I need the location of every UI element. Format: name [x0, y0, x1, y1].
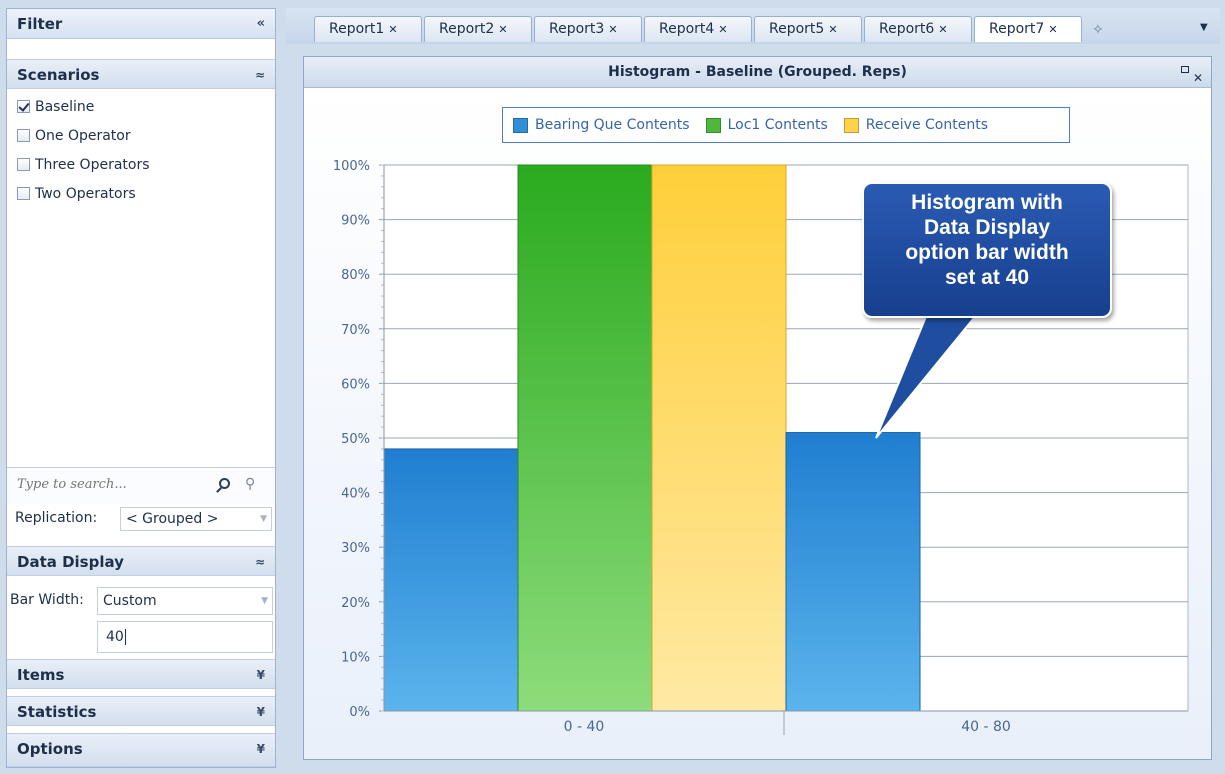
- close-tab-icon[interactable]: ✕: [828, 23, 837, 36]
- histogram-bar: [651, 164, 787, 712]
- filter-title: Filter: [17, 15, 63, 33]
- options-section-header[interactable]: Options ¥: [7, 733, 275, 767]
- bar-width-input[interactable]: 40: [97, 621, 273, 653]
- tab-label: Report2: [439, 21, 495, 37]
- dropdown-arrow-icon: ▼: [261, 596, 268, 606]
- bar-width-select[interactable]: Custom ▼: [97, 587, 273, 615]
- restore-window-icon[interactable]: [1181, 66, 1189, 73]
- chart-title: Histogram - Baseline (Grouped. Reps): [608, 64, 907, 80]
- y-tick-label: 70%: [341, 323, 370, 338]
- tab-report5[interactable]: Report5 ✕: [754, 16, 862, 42]
- scenario-item-one-operator[interactable]: One Operator: [17, 124, 131, 148]
- tab-report6[interactable]: Report6 ✕: [864, 16, 972, 42]
- search-icon[interactable]: [219, 478, 230, 489]
- tab-report2[interactable]: Report2 ✕: [424, 16, 532, 42]
- tab-label: Report6: [879, 21, 935, 37]
- tab-report3[interactable]: Report3 ✕: [534, 16, 642, 42]
- baseline-checkbox[interactable]: [17, 100, 30, 113]
- callout-line: Data Display: [923, 216, 1051, 239]
- scenario-label: Baseline: [35, 99, 95, 115]
- close-tab-icon[interactable]: ✕: [718, 23, 727, 36]
- y-tick-label: 30%: [341, 541, 370, 556]
- two-operators-checkbox[interactable]: [17, 187, 30, 200]
- histogram-bar: [785, 432, 921, 712]
- tab-label: Report1: [329, 21, 385, 37]
- chart-window: Histogram - Baseline (Grouped. Reps) ✕ B…: [303, 56, 1212, 760]
- one-operator-checkbox[interactable]: [17, 129, 30, 142]
- y-tick-label: 100%: [333, 159, 370, 174]
- callout-pointer: [875, 301, 990, 439]
- scenario-label: Three Operators: [35, 157, 150, 173]
- collapse-data-display-icon[interactable]: ≈: [255, 547, 265, 577]
- dropdown-arrow-icon: ▼: [260, 514, 267, 524]
- scenario-label: Two Operators: [35, 186, 136, 202]
- tab-menu-icon[interactable]: ▼: [1200, 22, 1208, 33]
- y-tick-label: 20%: [341, 596, 370, 611]
- y-tick-label: 10%: [341, 650, 370, 665]
- three-operators-checkbox[interactable]: [17, 158, 30, 171]
- search-row: ⚲: [7, 467, 275, 504]
- collapse-panel-icon[interactable]: «: [257, 9, 265, 39]
- filter-options-icon[interactable]: ⚲: [245, 476, 261, 492]
- replication-label: Replication:: [15, 510, 98, 526]
- expand-statistics-icon[interactable]: ¥: [257, 697, 265, 727]
- tab-report7[interactable]: Report7 ✕: [974, 16, 1082, 42]
- close-tab-icon[interactable]: ✕: [1048, 23, 1057, 36]
- y-tick-label: 80%: [341, 268, 370, 283]
- x-category-label: 40 - 80: [961, 719, 1011, 735]
- annotation-callout: Histogram with Data Display option bar w…: [862, 182, 1120, 439]
- close-tab-icon[interactable]: ✕: [938, 23, 947, 36]
- tab-report1[interactable]: Report1 ✕: [314, 16, 422, 42]
- tab-label: Report7: [989, 21, 1045, 37]
- tab-label: Report4: [659, 21, 715, 37]
- scenario-item-three-operators[interactable]: Three Operators: [17, 153, 150, 177]
- filter-header: Filter «: [7, 9, 275, 39]
- new-tab-icon[interactable]: ✧: [1092, 22, 1104, 38]
- callout-line: set at 40: [944, 266, 1030, 289]
- bar-width-label: Bar Width:: [10, 592, 84, 608]
- x-category-label: 0 - 40: [564, 719, 605, 735]
- histogram-bar: [383, 448, 519, 712]
- chart-window-titlebar: Histogram - Baseline (Grouped. Reps) ✕: [304, 57, 1211, 88]
- statistics-section-header[interactable]: Statistics ¥: [7, 696, 275, 726]
- replication-value: < Grouped >: [126, 511, 219, 527]
- close-tab-icon[interactable]: ✕: [498, 23, 507, 36]
- y-tick-label: 0%: [349, 705, 370, 720]
- statistics-header-label: Statistics: [17, 703, 97, 721]
- callout-box: Histogram with Data Display option bar w…: [862, 182, 1112, 318]
- histogram-bar: [517, 164, 653, 712]
- options-header-label: Options: [17, 740, 83, 758]
- scenario-item-two-operators[interactable]: Two Operators: [17, 182, 136, 206]
- y-tick-label: 50%: [341, 432, 370, 447]
- scenarios-section-header[interactable]: Scenarios ≈: [7, 59, 275, 89]
- replication-row: Replication: < Grouped > ▼: [7, 503, 275, 537]
- tab-label: Report5: [769, 21, 825, 37]
- collapse-scenarios-icon[interactable]: ≈: [255, 60, 265, 90]
- tab-report4[interactable]: Report4 ✕: [644, 16, 752, 42]
- scenario-label: One Operator: [35, 128, 131, 144]
- data-display-header-label: Data Display: [17, 553, 124, 571]
- bar-width-mode: Custom: [103, 593, 157, 609]
- data-display-section-header[interactable]: Data Display ≈: [7, 546, 275, 576]
- y-tick-label: 40%: [341, 487, 370, 502]
- close-tab-icon[interactable]: ✕: [608, 23, 617, 36]
- scenario-item-baseline[interactable]: Baseline: [17, 95, 94, 119]
- report-tab-strip: Report1 ✕ Report2 ✕ Report3 ✕ Report4 ✕ Repo…: [286, 8, 1220, 44]
- y-tick-label: 90%: [341, 214, 370, 229]
- items-header-label: Items: [17, 666, 65, 684]
- expand-options-icon[interactable]: ¥: [257, 734, 265, 764]
- scenarios-header-label: Scenarios: [17, 66, 100, 84]
- close-tab-icon[interactable]: ✕: [388, 23, 397, 36]
- callout-line: Histogram with: [911, 191, 1063, 214]
- tab-label: Report3: [549, 21, 605, 37]
- items-section-header[interactable]: Items ¥: [7, 659, 275, 689]
- search-input[interactable]: [15, 476, 204, 493]
- replication-select[interactable]: < Grouped > ▼: [120, 507, 272, 531]
- y-tick-label: 60%: [341, 377, 370, 392]
- callout-line: option bar width: [905, 241, 1069, 264]
- expand-items-icon[interactable]: ¥: [257, 660, 265, 690]
- filter-panel: Filter « Scenarios ≈ Baseline One Operat…: [6, 8, 276, 768]
- bar-width-value: 40: [106, 629, 124, 645]
